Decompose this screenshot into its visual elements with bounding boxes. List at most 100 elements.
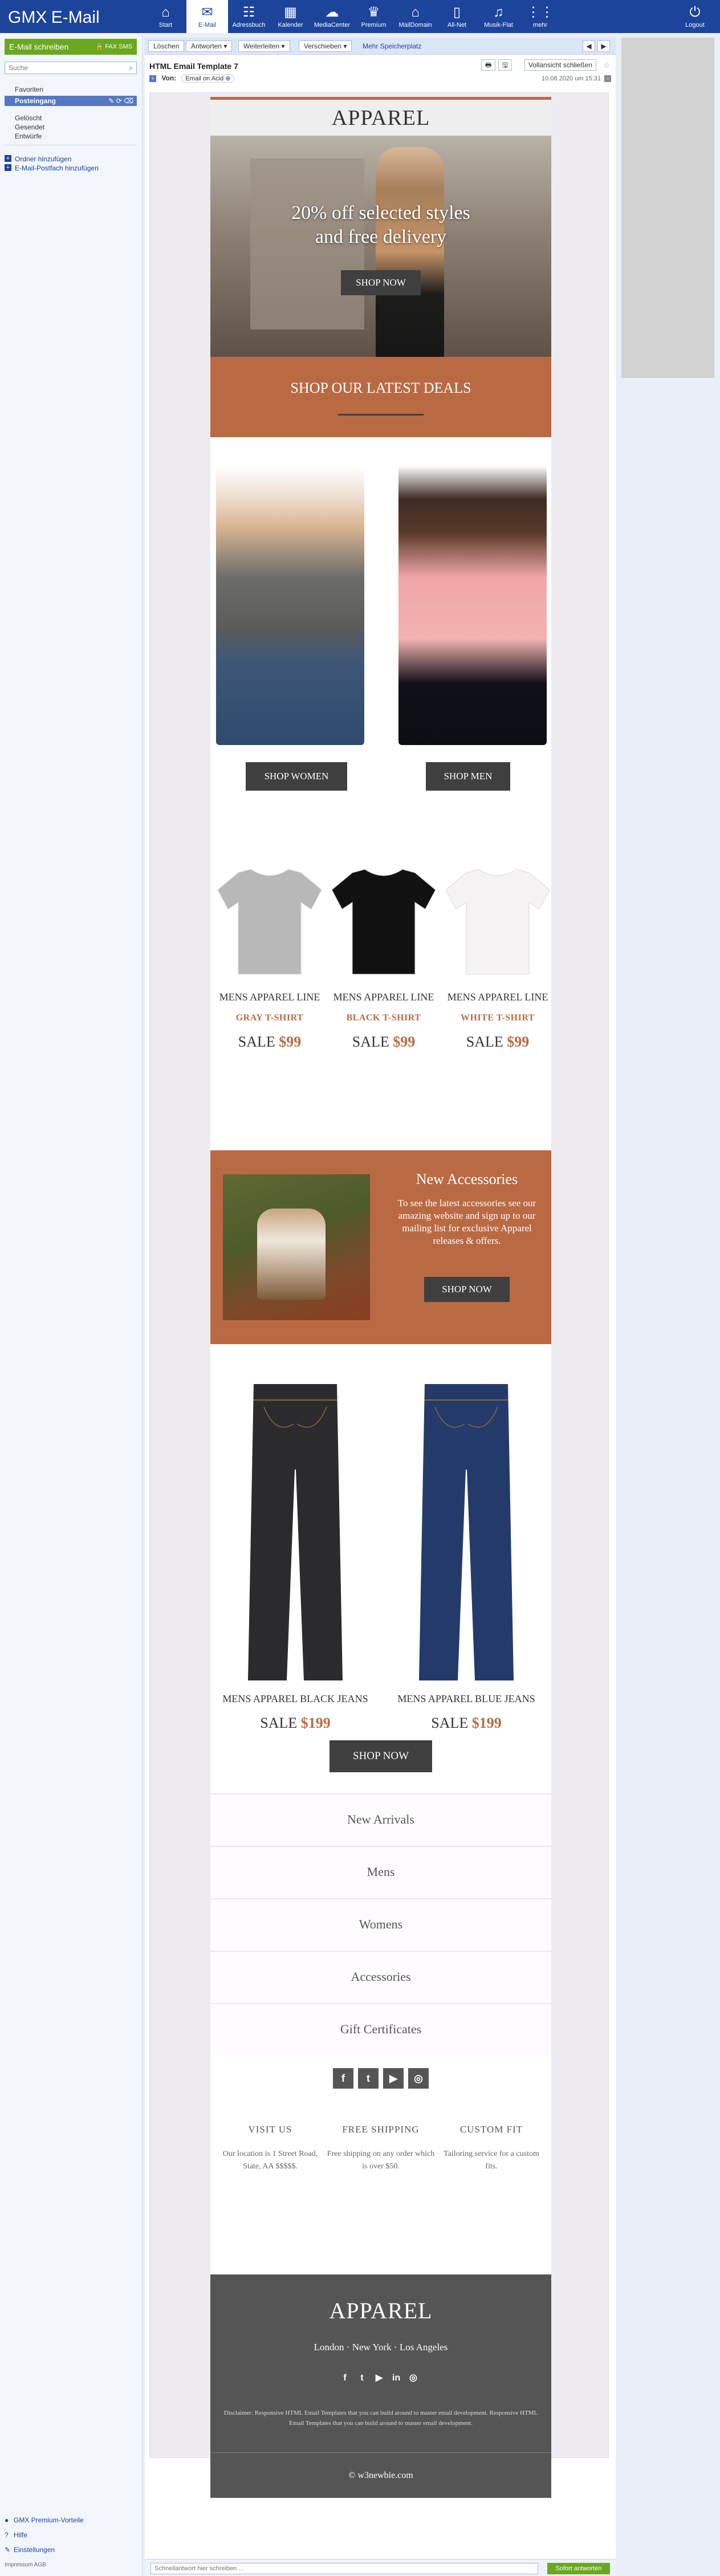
youtube-icon[interactable]: ▶	[372, 2371, 386, 2385]
accessories-person	[257, 1208, 326, 1300]
menu-link-gift-certificates[interactable]: Gift Certificates	[210, 2003, 551, 2056]
folder-inbox[interactable]: Posteingang ✎ ⟳ ⌫	[5, 96, 137, 106]
jeans-shop-now-button[interactable]: SHOP NOW	[330, 1740, 432, 1772]
accessories-image[interactable]	[223, 1174, 370, 1320]
quick-reply-input[interactable]: Schnellantwort hier schreiben ...	[150, 2563, 538, 2574]
twitter-icon[interactable]: t	[355, 2371, 369, 2385]
settings-link[interactable]: ✎ Einstellungen	[5, 2546, 55, 2554]
previous-mail-button[interactable]: ◀	[583, 40, 595, 52]
menu-link-womens[interactable]: Womens	[210, 1898, 551, 1951]
menu-link-mens[interactable]: Mens	[210, 1846, 551, 1898]
forward-button[interactable]: Weiterleiten ▾	[238, 40, 290, 52]
legal-links[interactable]: Impressum AGB	[5, 2562, 46, 2568]
compose-button[interactable]: E-Mail schreiben 🔒 FAX SMS	[5, 39, 137, 55]
plus-icon: +	[5, 164, 11, 171]
collapse-icon[interactable]: −	[604, 75, 611, 82]
accessories-title: New Accessories	[416, 1171, 518, 1187]
quick-reply-button[interactable]: Sofort antworten	[547, 2563, 610, 2574]
jeans-shape	[419, 1384, 514, 1680]
mail-from: + Von: Email on Acid ⊕	[149, 74, 235, 83]
youtube-icon[interactable]: ▶	[383, 2068, 404, 2089]
product-name[interactable]: WHITE T-SHIRT	[441, 1013, 555, 1023]
nav-item-musik-flat[interactable]: ♫ Musik-Flat	[478, 0, 519, 33]
nav-item-e-mail[interactable]: ✉ E-Mail	[186, 0, 228, 33]
hero-shop-now-button[interactable]: SHOP NOW	[341, 270, 421, 295]
nav-item-adressbuch[interactable]: ☷ Adressbuch	[228, 0, 270, 33]
men-model-image[interactable]	[398, 466, 547, 745]
nav-item-mediacenter[interactable]: ☁ MediaCenter	[311, 0, 353, 33]
women-model-image[interactable]	[216, 466, 364, 745]
add-folder-link[interactable]: + Ordner hinzufügen	[5, 155, 71, 163]
expand-icon[interactable]: +	[149, 75, 156, 82]
logout-button[interactable]: ⏻ Logout	[678, 3, 712, 29]
mail-toolbar: Löschen Antworten ▾ Weiterleiten ▾ Versc…	[145, 38, 616, 55]
reply-button[interactable]: Antworten ▾	[186, 40, 233, 52]
advertisement-placeholder[interactable]	[621, 38, 714, 378]
add-mailbox-link[interactable]: + E-Mail-Postfach hinzufügen	[5, 164, 99, 172]
product-name[interactable]: BLACK T-SHIRT	[327, 1013, 441, 1023]
move-button[interactable]: Verschieben ▾	[299, 40, 352, 52]
delete-button[interactable]: Löschen	[148, 40, 185, 52]
linkedin-icon[interactable]: in	[389, 2371, 403, 2385]
gmx-logo[interactable]: GMX E-Mail	[8, 8, 100, 27]
inbox-label: Posteingang	[15, 97, 56, 105]
settings-label: Einstellungen	[14, 2546, 55, 2554]
menu-link-new-arrivals[interactable]: New Arrivals	[210, 1793, 551, 1846]
wrench-icon: ✎	[5, 2546, 11, 2554]
mail-subject: HTML Email Template 7	[149, 62, 238, 71]
nav-item-premium[interactable]: ♛ Premium	[353, 0, 394, 33]
search-input[interactable]: Suche ⌕	[5, 62, 137, 74]
nav-item-maildomain[interactable]: ⌂ MailDomain	[394, 0, 436, 33]
next-mail-button[interactable]: ▶	[597, 40, 610, 52]
sender-chip[interactable]: Email on Acid ⊕	[181, 74, 235, 83]
accessories-shop-now-button[interactable]: SHOP NOW	[424, 1277, 510, 1302]
tshirt-image[interactable]	[330, 865, 438, 976]
forward-label: Weiterleiten	[243, 42, 280, 50]
footer-copyright[interactable]: © w3newbie.com	[210, 2452, 551, 2498]
from-label: Von:	[161, 74, 177, 82]
folder-sent[interactable]: Gesendet	[15, 123, 44, 131]
search-icon[interactable]: ⌕	[129, 62, 133, 74]
nav-item-mehr[interactable]: ⋮⋮ mehr	[519, 0, 561, 33]
info-text: Free shipping on any order which is over…	[327, 2150, 435, 2171]
deals-underline	[338, 414, 424, 416]
reply-label: Antworten	[191, 42, 222, 50]
folder-favorites[interactable]: Favoriten	[15, 86, 43, 93]
shop-women-button[interactable]: SHOP WOMEN	[246, 762, 347, 791]
nav-item-all-net[interactable]: ▯ All-Net	[436, 0, 478, 33]
fax-sms-links[interactable]: 🔒 FAX SMS	[96, 39, 132, 55]
nav-item-kalender[interactable]: ▦ Kalender	[270, 0, 311, 33]
product-name[interactable]: GRAY T-SHIRT	[213, 1013, 327, 1023]
shop-men-button[interactable]: SHOP MEN	[426, 762, 510, 791]
close-fullview-button[interactable]: Vollansicht schließen	[524, 59, 597, 71]
product-name[interactable]: MENS APPAREL BLACK JEANS	[209, 1693, 381, 1705]
instagram-icon[interactable]: ◎	[408, 2068, 429, 2089]
inbox-tools[interactable]: ✎ ⟳ ⌫	[108, 96, 133, 106]
facebook-icon[interactable]: f	[333, 2068, 353, 2089]
phone-icon: ▯	[453, 5, 461, 20]
hero-line-1: 20% off selected styles	[291, 202, 470, 223]
instagram-icon[interactable]: ◎	[406, 2371, 420, 2385]
facebook-icon[interactable]: f	[338, 2371, 352, 2385]
star-icon[interactable]: ☆	[603, 60, 611, 70]
tshirt-image[interactable]	[215, 865, 324, 976]
cloud-icon: ☁	[325, 5, 339, 20]
product-name[interactable]: MENS APPAREL BLUE JEANS	[380, 1693, 552, 1705]
price-value: $99	[393, 1033, 416, 1050]
nav-item-start[interactable]: ⌂ Start	[145, 0, 186, 33]
save-button[interactable]: 🖫	[498, 59, 512, 71]
print-button[interactable]: 🖶	[481, 59, 496, 71]
twitter-icon[interactable]: t	[358, 2068, 379, 2089]
premium-benefits-link[interactable]: ● GMX Premium-Vorteile	[5, 2516, 84, 2524]
brand-header: APPAREL	[210, 100, 551, 136]
folder-deleted[interactable]: Gelöscht	[15, 114, 42, 122]
folder-drafts[interactable]: Entwürfe	[15, 132, 42, 140]
sale-label: SALE	[431, 1715, 472, 1731]
jeans-image[interactable]	[241, 1384, 349, 1686]
tshirt-image[interactable]	[444, 865, 552, 976]
more-storage-link[interactable]: Mehr Speicherplatz	[363, 40, 421, 52]
help-link[interactable]: ? Hilfe	[5, 2531, 27, 2539]
crown-icon: ♛	[367, 5, 380, 20]
jeans-image[interactable]	[412, 1384, 520, 1686]
menu-link-accessories[interactable]: Accessories	[210, 1951, 551, 2003]
